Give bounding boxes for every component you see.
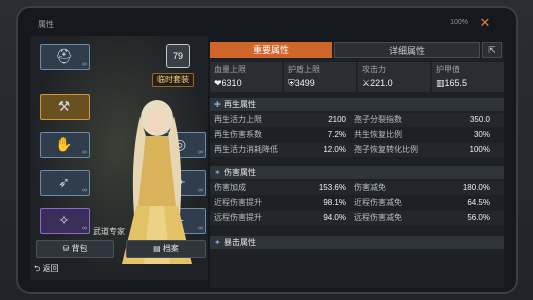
section-damage: ✶ 伤害属性 (210, 166, 504, 179)
table-row: 再生伤害系数 7.2% 共生恢复比例 30% (210, 128, 504, 142)
crit-icon: ✦ (214, 238, 221, 247)
stat-label: 攻击力 (362, 65, 386, 74)
stat-label: 护盾上限 (288, 65, 320, 74)
section-crit: ✦ 暴击属性 (210, 236, 504, 249)
stat-number: 3499 (294, 78, 315, 88)
attr-value: 56.0% (467, 213, 490, 222)
bag-button[interactable]: ⛁ 背包 (36, 240, 114, 258)
attr-key: 再生活力消耗降低 (214, 145, 278, 154)
attr-value: 94.0% (323, 213, 346, 222)
attr-key: 孢子分裂指数 (354, 115, 402, 124)
share-button[interactable]: ⇱ (482, 42, 502, 58)
top-stats: 血量上限 ❤6310 护盾上限 ⛨3499 攻击力 ⚔221.0 护甲值 ▥165.5 (210, 62, 504, 92)
equip-slot-weapon[interactable]: ⚒ (40, 94, 90, 120)
table-row: 伤害加成 153.6% 伤害减免 180.0% (210, 181, 504, 195)
expert-title: 武道专家 (93, 227, 125, 236)
attr-value: 12.0% (323, 145, 346, 154)
gloves-icon: ✋ (55, 136, 73, 152)
attr-key: 伤害减免 (354, 183, 386, 192)
damage-icon: ✶ (214, 168, 221, 177)
stat-number: 221.0 (370, 78, 393, 88)
regen-icon: ✚ (214, 100, 221, 109)
lock-icon: ∞ (82, 187, 87, 194)
lock-icon: ∞ (82, 149, 87, 156)
attr-value: 180.0% (462, 183, 490, 192)
attr-key: 近程伤害提升 (214, 198, 262, 207)
equip-slot-helmet[interactable]: ⛑ ∞ (40, 44, 90, 70)
attr-key: 伤害加成 (214, 183, 246, 192)
attr-key: 远程伤害减免 (354, 213, 402, 222)
back-button[interactable]: ⮌ 返回 (34, 263, 104, 275)
stat-attack: 攻击力 ⚔221.0 (358, 62, 430, 92)
stat-shield: 护盾上限 ⛨3499 (284, 62, 356, 92)
table-row: 再生活力上限 2100 孢子分裂指数 350.0 (210, 113, 504, 127)
attribute-tabs: 重要属性 详细属性 ⇱ (210, 42, 504, 58)
section-title: 伤害属性 (224, 168, 256, 177)
share-icon: ⇱ (488, 45, 496, 55)
equip-slot-rifle[interactable]: ➶ ∞ (40, 170, 90, 196)
attr-value: 2100 (328, 115, 346, 124)
table-row: 远程伤害提升 94.0% 远程伤害减免 56.0% (210, 211, 504, 225)
attr-key: 再生活力上限 (214, 115, 262, 124)
stat-value: ⚔221.0 (362, 78, 393, 89)
stat-value: ❤6310 (214, 78, 242, 89)
stat-hp: 血量上限 ❤6310 (210, 62, 282, 92)
bag-label: 背包 (71, 244, 88, 253)
back-label: 返回 (42, 264, 59, 273)
attr-key: 孢子恢复转化比例 (354, 145, 418, 154)
equip-slot-gloves[interactable]: ✋ ∞ (40, 132, 90, 158)
stat-label: 血量上限 (214, 65, 246, 74)
title-bar: 属性 100% (28, 14, 506, 32)
attr-value: 64.5% (467, 198, 490, 207)
lock-icon: ∞ (198, 149, 203, 156)
attr-value: 100% (469, 145, 490, 154)
attr-key: 共生恢复比例 (354, 130, 402, 139)
gem-icon: ✧ (58, 212, 70, 228)
attr-key: 近程伤害减免 (354, 198, 402, 207)
attr-value: 7.2% (327, 130, 346, 139)
attr-key: 再生伤害系数 (214, 130, 262, 139)
table-row: 近程伤害提升 98.1% 近程伤害减免 64.5% (210, 196, 504, 210)
tab-detailed[interactable]: 详细属性 (334, 42, 480, 58)
stat-value: ▥165.5 (436, 78, 467, 89)
level-badge: 79 (166, 44, 190, 68)
tab-important[interactable]: 重要属性 (210, 42, 332, 58)
attr-value: 350.0 (469, 115, 490, 124)
archive-label: 档案 (162, 244, 179, 253)
section-title: 再生属性 (224, 100, 256, 109)
window-title: 属性 (38, 20, 54, 29)
lock-icon: ∞ (82, 61, 87, 68)
helmet-icon: ⛑ (55, 48, 73, 64)
section-regen: ✚ 再生属性 (210, 98, 504, 111)
axe-icon: ⚒ (57, 98, 71, 114)
stat-label: 护甲值 (436, 65, 460, 74)
section-title: 暴击属性 (224, 238, 256, 247)
stat-number: 165.5 (444, 78, 468, 88)
lock-icon: ∞ (198, 187, 203, 194)
stat-armor: 护甲值 ▥165.5 (432, 62, 504, 92)
stat-number: 6310 (221, 78, 242, 88)
lock-icon: ∞ (198, 225, 203, 232)
shield-icon: ⛨ (288, 78, 295, 88)
attr-key: 远程伤害提升 (214, 213, 262, 222)
table-row: 再生活力消耗降低 12.0% 孢子恢复转化比例 100% (210, 143, 504, 157)
heart-icon: ❤ (214, 78, 222, 88)
attr-value: 98.1% (323, 198, 346, 207)
stat-value: ⛨3499 (288, 78, 315, 89)
back-icon: ⮌ (34, 264, 43, 273)
armor-icon: ▥ (436, 78, 445, 88)
rifle-icon: ➶ (58, 174, 70, 190)
lock-icon: ∞ (82, 225, 87, 232)
attribute-panel: 重要属性 详细属性 ⇱ 血量上限 ❤6310 护盾上限 ⛨3499 攻击力 ⚔221.… (210, 42, 504, 288)
temp-suit-badge[interactable]: 临时套装 (152, 73, 194, 87)
attr-value: 153.6% (318, 183, 346, 192)
sword-icon: ⚔ (362, 78, 371, 88)
battery-level: 100% (450, 19, 468, 26)
archive-icon: ▤ (153, 244, 163, 253)
attr-value: 30% (473, 130, 490, 139)
close-button[interactable]: ✕ (478, 16, 492, 30)
equip-slot-gem[interactable]: ✧ ∞ (40, 208, 90, 234)
archive-button[interactable]: ▤ 档案 (126, 240, 206, 258)
